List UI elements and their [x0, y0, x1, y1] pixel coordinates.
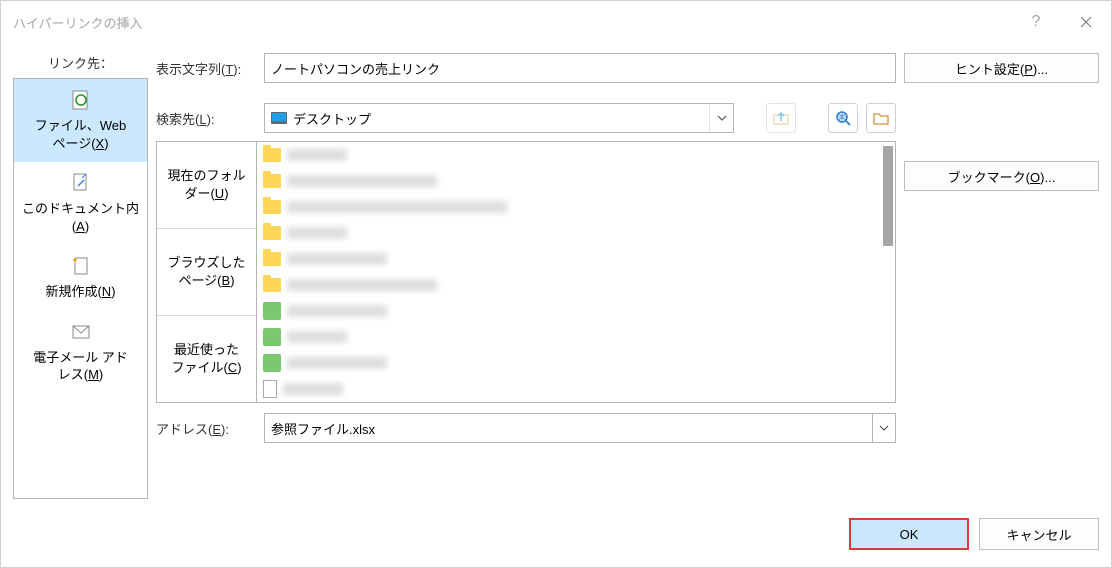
bookmark-button[interactable]: ブックマーク(O)... [904, 161, 1099, 191]
display-text-label: 表示文字列(T): [156, 59, 256, 78]
tab-text: 電子メール アドレス(M) [33, 349, 128, 384]
link-tab-file-web[interactable]: ファイル、Webページ(X) [14, 79, 147, 162]
dialog-body: リンク先： ファイル、Webページ(X) このドキュメント内(A) [1, 43, 1111, 511]
list-item[interactable] [257, 246, 895, 272]
cancel-button[interactable]: キャンセル [979, 518, 1099, 550]
folder-icon [263, 200, 281, 214]
list-item[interactable] [257, 376, 895, 402]
link-tab-email[interactable]: 電子メール アドレス(M) [14, 311, 147, 394]
ok-button[interactable]: OK [849, 518, 969, 550]
look-in-value: デスクトップ [265, 109, 709, 128]
address-input[interactable] [264, 413, 872, 443]
browse-web-button[interactable] [828, 103, 858, 133]
list-item[interactable] [257, 168, 895, 194]
help-button[interactable]: ? [1011, 1, 1061, 43]
list-item[interactable] [257, 298, 895, 324]
desktop-icon [271, 112, 287, 124]
chevron-down-icon[interactable] [709, 104, 733, 132]
browse-area: 現在のフォルダー(U) ブラウズしたページ(B) 最近使ったファイル(C) [156, 141, 896, 403]
tab-text: このドキュメント内(A) [22, 200, 139, 235]
app-icon [263, 302, 281, 320]
list-item[interactable] [257, 350, 895, 376]
chevron-down-icon[interactable] [872, 413, 896, 443]
browse-tab-browsed-pages[interactable]: ブラウズしたページ(B) [157, 229, 256, 316]
document-icon [263, 380, 277, 398]
close-icon [1080, 16, 1092, 28]
look-in-label: 検索先(L): [156, 109, 256, 128]
folder-icon [263, 148, 281, 162]
look-in-combobox[interactable]: デスクトップ [264, 103, 734, 133]
list-item[interactable] [257, 142, 895, 168]
link-tab-this-document[interactable]: このドキュメント内(A) [14, 162, 147, 245]
display-text-row: 表示文字列(T): [156, 53, 896, 83]
browse-tab-recent-files[interactable]: 最近使ったファイル(C) [157, 316, 256, 402]
main-column: 表示文字列(T): 検索先(L): デスクトップ [156, 53, 1099, 499]
scrollbar-thumb[interactable] [883, 146, 893, 246]
browse-file-button[interactable] [866, 103, 896, 133]
link-to-label: リンク先： [48, 53, 113, 72]
app-icon [263, 354, 281, 372]
link-tab-new-document[interactable]: 新規作成(N) [14, 245, 147, 311]
list-item[interactable] [257, 194, 895, 220]
file-web-icon [70, 85, 92, 115]
folder-icon [263, 252, 281, 266]
browse-tab-current-folder[interactable]: 現在のフォルダー(U) [157, 142, 256, 229]
insert-hyperlink-dialog: ハイパーリンクの挿入 ? リンク先： ファイル、Webページ(X) [0, 0, 1112, 568]
list-item[interactable] [257, 220, 895, 246]
right-column: ヒント設定(P)... ブックマーク(O)... [904, 53, 1099, 443]
folder-icon [263, 174, 281, 188]
tab-text: ファイル、Webページ(X) [35, 117, 127, 152]
list-item[interactable] [257, 272, 895, 298]
look-in-text: デスクトップ [293, 109, 371, 128]
close-button[interactable] [1061, 1, 1111, 43]
browse-subtabs: 現在のフォルダー(U) ブラウズしたページ(B) 最近使ったファイル(C) [157, 142, 257, 402]
address-row: アドレス(E): [156, 413, 896, 443]
file-list[interactable] [257, 142, 895, 402]
link-to-column: リンク先： ファイル、Webページ(X) このドキュメント内(A) [13, 53, 148, 499]
titlebar: ハイパーリンクの挿入 ? [1, 1, 1111, 43]
new-doc-icon [70, 251, 92, 281]
address-combobox[interactable] [264, 413, 896, 443]
display-text-input[interactable] [264, 53, 896, 83]
list-item[interactable] [257, 324, 895, 350]
link-to-tabs: ファイル、Webページ(X) このドキュメント内(A) 新規作成(N) [13, 78, 148, 499]
folder-icon [263, 278, 281, 292]
folder-icon [263, 226, 281, 240]
dialog-footer: OK キャンセル [1, 511, 1111, 567]
screentip-button[interactable]: ヒント設定(P)... [904, 53, 1099, 83]
app-icon [263, 328, 281, 346]
address-label: アドレス(E): [156, 419, 256, 438]
look-in-row: 検索先(L): デスクトップ [156, 103, 896, 133]
dialog-title: ハイパーリンクの挿入 [13, 13, 1011, 32]
title-controls: ? [1011, 1, 1111, 43]
this-doc-icon [70, 168, 92, 198]
up-one-level-button[interactable] [766, 103, 796, 133]
tab-text: 新規作成(N) [45, 283, 115, 301]
email-icon [70, 317, 92, 347]
